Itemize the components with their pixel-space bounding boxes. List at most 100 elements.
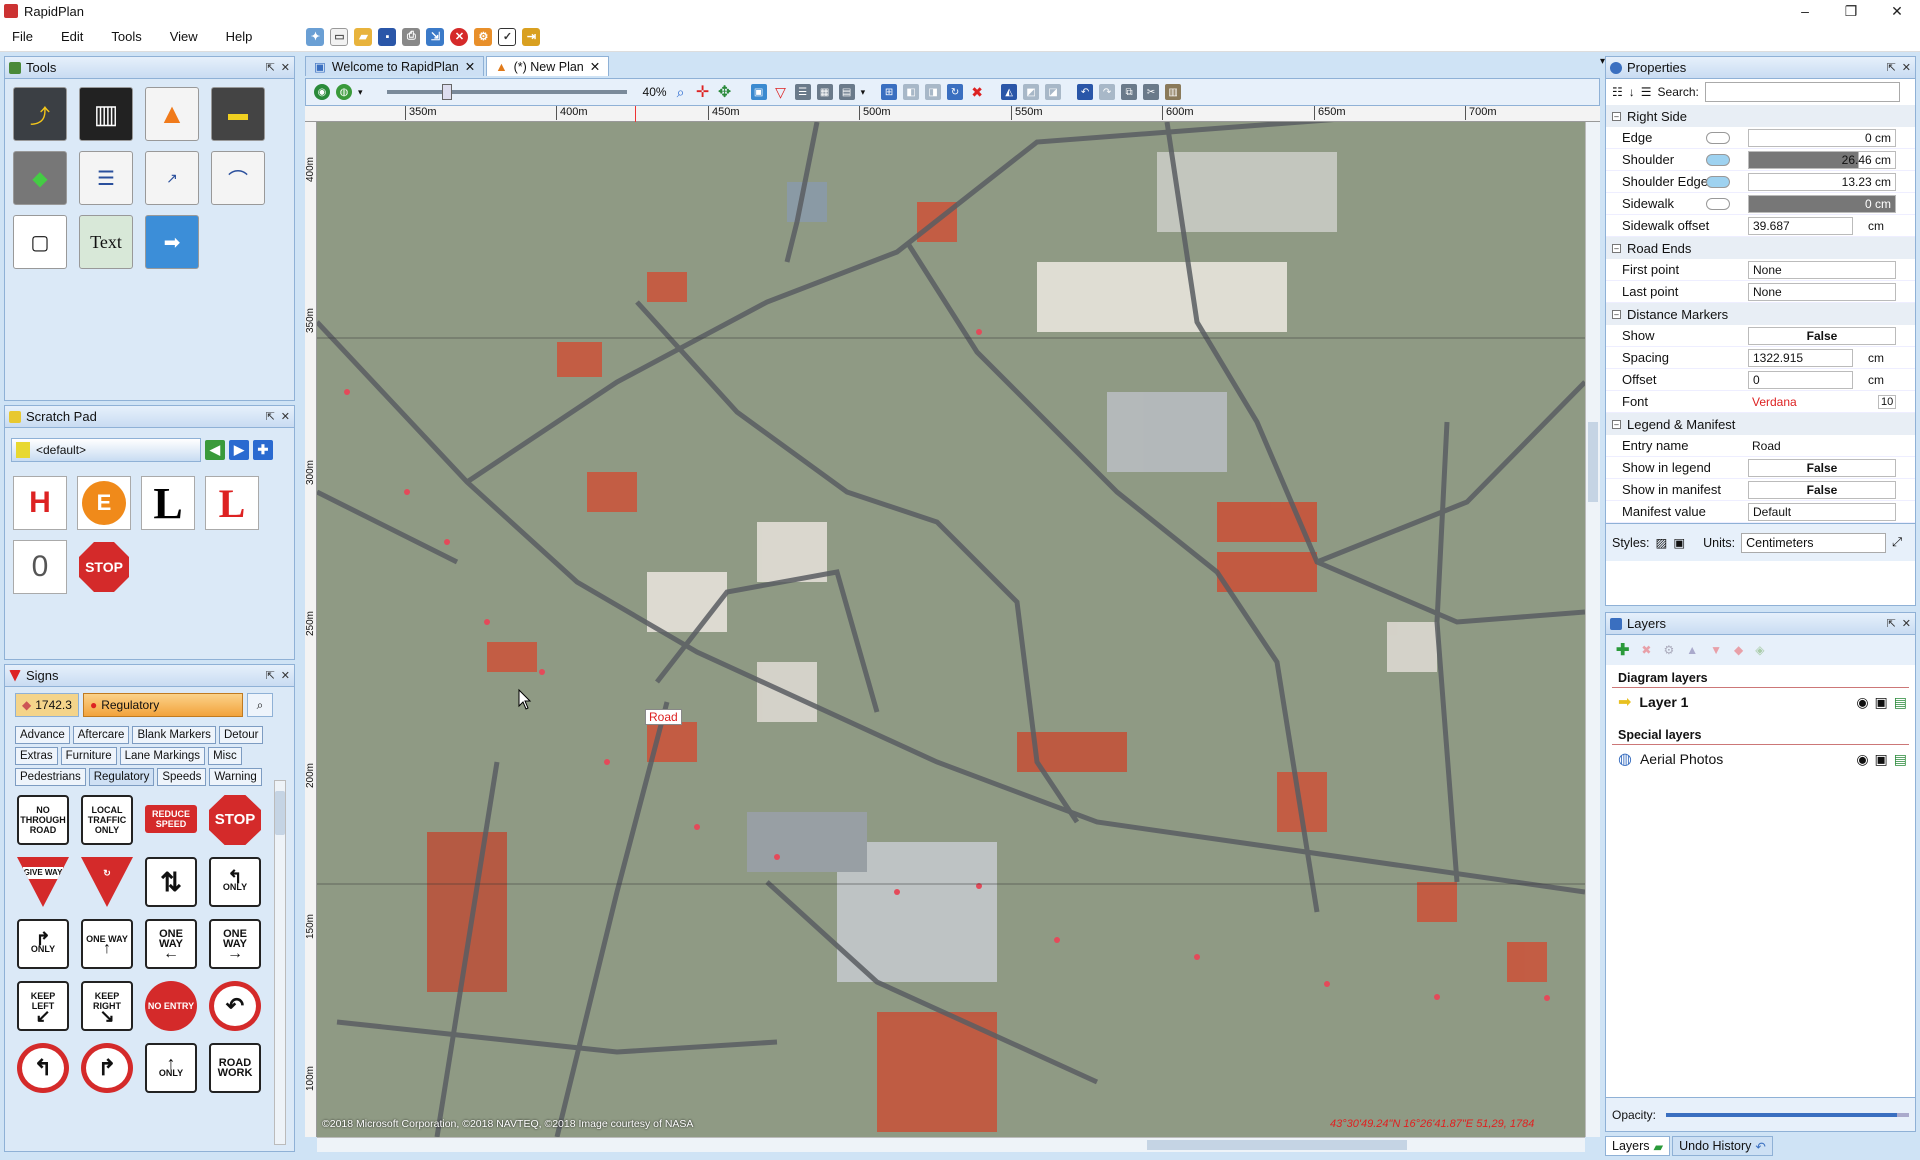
aerial-photos-row[interactable]: ◍ Aerial Photos ◉ ▣ ▤ [1606, 745, 1915, 773]
merge-layer-icon[interactable]: ◆ [1734, 643, 1743, 657]
offset-value[interactable]: 0 [1748, 370, 1853, 389]
sign-keep-right[interactable]: KEEP RIGHT ↘ [81, 981, 133, 1031]
show-value[interactable]: False [1748, 326, 1896, 345]
sidewalk-toggle[interactable] [1706, 197, 1730, 210]
exit-icon[interactable]: ⇥ [522, 27, 541, 46]
send-back-icon[interactable]: ◪ [1045, 84, 1062, 100]
list-tool[interactable]: ☰ [79, 151, 133, 205]
first-point-select[interactable]: None [1748, 260, 1896, 279]
road-node[interactable] [604, 759, 610, 765]
delete-layer-icon[interactable]: ✖ [1641, 643, 1651, 657]
zoom-icon[interactable]: ⌕ [673, 84, 689, 100]
map-horizontal-scrollbar[interactable] [317, 1137, 1585, 1152]
road-node[interactable] [1434, 994, 1440, 1000]
sign-no-u-turn[interactable]: ↶ [209, 981, 261, 1031]
road-node[interactable] [1194, 954, 1200, 960]
menu-file[interactable]: File [0, 29, 47, 44]
minimize-button[interactable]: – [1782, 0, 1828, 22]
map-source-icon[interactable]: ◍ [336, 84, 352, 100]
save-icon[interactable]: ▪ [378, 27, 397, 46]
scratch-sign-stop[interactable]: STOP [77, 540, 131, 594]
shoulder-toggle[interactable] [1706, 153, 1730, 166]
list-view-icon[interactable]: ☰ [794, 84, 811, 100]
units-select[interactable]: Centimeters [1741, 532, 1887, 553]
signs-category-dropdown[interactable]: ● Regulatory [82, 693, 243, 717]
grid-view-icon[interactable]: ▦ [816, 84, 833, 100]
globe-icon[interactable]: ◉ [314, 84, 330, 100]
add-layer-icon[interactable]: ✚ [1616, 640, 1629, 660]
menu-tools[interactable]: Tools [97, 29, 155, 44]
menu-view[interactable]: View [156, 29, 212, 44]
sign-give-way[interactable]: GIVE WAY [17, 857, 69, 907]
layout-icon[interactable]: ▤ [838, 84, 855, 100]
distribute-icon[interactable]: ◨ [925, 84, 942, 100]
picture-icon[interactable]: ▣ [750, 84, 767, 100]
cat-lane-markings[interactable]: Lane Markings [119, 747, 206, 765]
next-arrow-icon[interactable]: ▶ [229, 440, 249, 460]
map-source-chevron-icon[interactable]: ▾ [358, 87, 363, 98]
pin-icon[interactable]: ⇱ [266, 669, 275, 682]
scratch-pad-dropdown[interactable]: <default> [11, 438, 201, 462]
sign-one-way-right[interactable]: ONE WAY → [209, 919, 261, 969]
map-vertical-scrollbar[interactable] [1585, 122, 1600, 1137]
road-node[interactable] [444, 539, 450, 545]
signs-scrollbar[interactable] [274, 780, 286, 1145]
scratch-sign-hospital[interactable]: H [13, 476, 67, 530]
cat-misc[interactable]: Misc [208, 747, 242, 765]
maximize-button[interactable]: ❐ [1828, 0, 1874, 22]
zoom-slider-thumb[interactable] [441, 84, 452, 100]
scratch-sign-l-black[interactable]: L [141, 476, 195, 530]
crossing-tool[interactable]: ▥ [79, 87, 133, 141]
road-node[interactable] [1324, 981, 1330, 987]
close-panel-icon[interactable]: ✕ [1902, 617, 1911, 630]
duplicate-layer-icon[interactable]: ◈ [1755, 643, 1764, 657]
layer-1-row[interactable]: ➡ Layer 1 ◉ ▣ ▤ [1606, 688, 1915, 716]
road-node[interactable] [694, 824, 700, 830]
spacing-value[interactable]: 1322.915 [1748, 348, 1853, 367]
close-button[interactable]: ✕ [1874, 0, 1920, 22]
layer-properties-icon[interactable]: ⚙ [1663, 643, 1674, 657]
road-node[interactable] [774, 854, 780, 860]
eye-icon[interactable]: ◉ [1856, 694, 1868, 711]
close-panel-icon[interactable]: ✕ [281, 410, 290, 423]
open-folder-icon[interactable]: ▰ [354, 27, 373, 46]
properties-search-input[interactable] [1704, 82, 1900, 102]
close-panel-icon[interactable]: ✕ [281, 669, 290, 682]
road-node[interactable] [484, 619, 490, 625]
collapse-icon[interactable]: – [1612, 243, 1621, 253]
group-icon[interactable]: ⊞ [881, 84, 898, 100]
road-node[interactable] [976, 329, 982, 335]
rectangle-tool[interactable]: ▢ [13, 215, 67, 269]
pin-icon[interactable]: ⇱ [1887, 617, 1896, 630]
categorized-icon[interactable]: ☷ [1612, 85, 1623, 99]
sign-turn-right-only[interactable]: ↱ ONLY [17, 919, 69, 969]
new-file-icon[interactable]: ▭ [330, 27, 349, 46]
map-hscroll-thumb[interactable] [1147, 1140, 1407, 1150]
last-point-select[interactable]: None [1748, 282, 1896, 301]
close-tab-icon[interactable]: ✕ [465, 59, 475, 74]
redo-icon[interactable]: ↷ [1099, 84, 1116, 100]
entry-name-value[interactable]: Road [1748, 436, 1896, 455]
sign-reduce-speed[interactable]: REDUCE SPEED [145, 805, 197, 833]
section-legend-manifest[interactable]: – Legend & Manifest [1606, 413, 1915, 435]
previous-arrow-icon[interactable]: ◀ [205, 440, 225, 460]
copy-icon[interactable]: ⧉ [1121, 84, 1138, 100]
styles-icon[interactable]: ▨ [1656, 535, 1668, 550]
collapse-icon[interactable]: – [1612, 111, 1621, 121]
sign-roundabout-give-way[interactable]: ↻ [81, 857, 133, 907]
sign-no-left-turn[interactable]: ↰ [17, 1043, 69, 1093]
cat-advance[interactable]: Advance [15, 726, 70, 744]
road-node[interactable] [894, 889, 900, 895]
edge-toggle[interactable] [1706, 131, 1730, 144]
checkbox-icon[interactable]: ✓ [498, 27, 517, 46]
move-layer-down-icon[interactable]: ▼ [1710, 643, 1722, 657]
print-layer-icon[interactable]: ▤ [1894, 751, 1907, 768]
tab-layers[interactable]: Layers ▰ [1605, 1136, 1671, 1156]
move-layer-up-icon[interactable]: ▲ [1686, 643, 1698, 657]
show-in-manifest-value[interactable]: False [1748, 480, 1896, 499]
wizard-icon[interactable]: ✦ [306, 27, 325, 46]
sidewalk-offset-value[interactable]: 39.687 [1748, 216, 1853, 235]
manifest-value-select[interactable]: Default [1748, 502, 1896, 521]
rotate-icon[interactable]: ↻ [947, 84, 964, 100]
cat-aftercare[interactable]: Aftercare [72, 726, 130, 744]
